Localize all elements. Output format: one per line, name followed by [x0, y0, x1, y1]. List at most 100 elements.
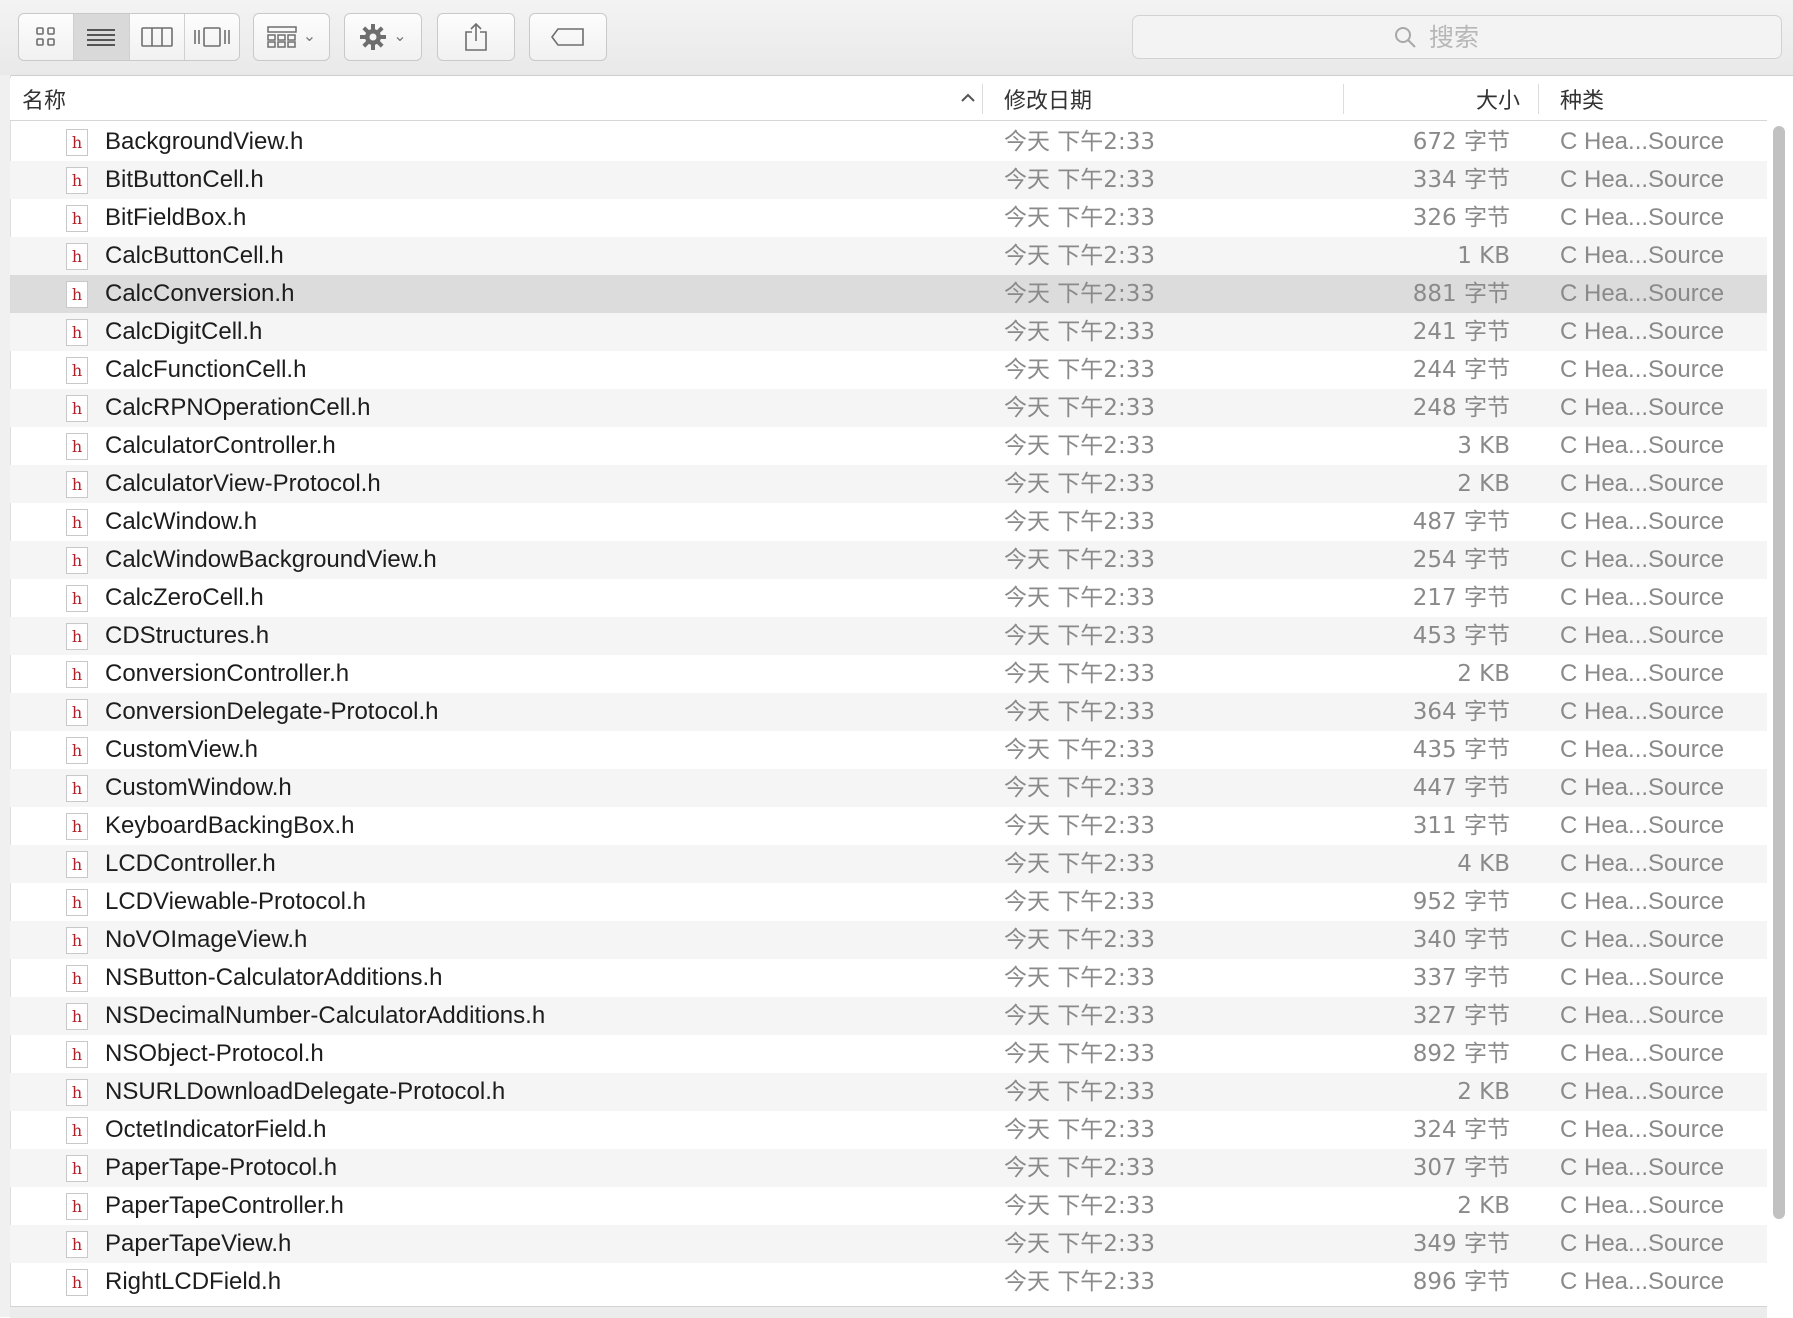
table-row[interactable]: h NSButton-CalculatorAdditions.h 今天 下午2:33… [10, 959, 1767, 997]
table-row[interactable]: h KeyboardBackingBox.h 今天 下午2:33 311 字节 C He… [10, 807, 1767, 845]
file-modified-date: 今天 下午2:33 [1004, 243, 1155, 269]
file-kind: C Hea...Source [1560, 470, 1725, 497]
table-row[interactable]: h PaperTape-Protocol.h 今天 下午2:33 307 字节 C He… [10, 1149, 1767, 1187]
column-divider[interactable] [982, 84, 983, 114]
column-header-kind[interactable]: 种类 [1560, 78, 1760, 120]
table-row[interactable]: h NoVOImageView.h 今天 下午2:33 340 字节 C Hea...S… [10, 921, 1767, 959]
header-file-icon: h [66, 281, 88, 308]
file-name: PaperTapeController.h [105, 1192, 344, 1219]
share-icon [465, 22, 487, 51]
action-button[interactable]: ⌄ [344, 13, 422, 61]
file-name: BitFieldBox.h [105, 204, 247, 231]
tag-icon [551, 28, 584, 46]
table-row[interactable]: h NSObject-Protocol.h 今天 下午2:33 892 字节 C Hea… [10, 1035, 1767, 1073]
table-row[interactable]: h CalcWindowBackgroundView.h 今天 下午2:33 254 … [10, 541, 1767, 579]
column-header-size[interactable]: 大小 [1344, 78, 1520, 120]
file-size: 337 字节 [1412, 965, 1510, 991]
arrange-button[interactable]: ⌄ [253, 13, 330, 61]
column-view-button[interactable] [130, 14, 185, 60]
column-header-size-label: 大小 [1475, 89, 1520, 114]
header-file-icon: h [66, 1117, 88, 1144]
table-row[interactable]: h RightLCDField.h 今天 下午2:33 896 字节 C Hea...S… [10, 1263, 1767, 1301]
file-size: 248 字节 [1412, 395, 1510, 421]
table-row[interactable]: h CalcButtonCell.h 今天 下午2:33 1 KB C Hea...So… [10, 237, 1767, 275]
table-row[interactable]: h PaperTapeView.h 今天 下午2:33 349 字节 C Hea...S… [10, 1225, 1767, 1263]
table-row[interactable]: h CDStructures.h 今天 下午2:33 453 字节 C Hea...So… [10, 617, 1767, 655]
file-kind: C Hea...Source [1560, 1078, 1725, 1105]
table-row[interactable]: h CalcRPNOperationCell.h 今天 下午2:33 248 字节 C … [10, 389, 1767, 427]
file-name: CalcButtonCell.h [105, 242, 284, 269]
list-view-button[interactable] [74, 14, 130, 60]
file-modified-date: 今天 下午2:33 [1004, 699, 1155, 725]
column-header-name-label: 名称 [22, 89, 67, 114]
vertical-scrollbar[interactable] [1773, 126, 1785, 1219]
file-modified-date: 今天 下午2:33 [1004, 1231, 1155, 1257]
file-kind: C Hea...Source [1560, 926, 1725, 953]
header-file-icon: h [66, 851, 88, 878]
icon-view-button[interactable] [19, 14, 75, 60]
table-row[interactable]: h CalcZeroCell.h 今天 下午2:33 217 字节 C Hea...So… [10, 579, 1767, 617]
file-name: ConversionDelegate-Protocol.h [105, 698, 439, 725]
file-modified-date: 今天 下午2:33 [1004, 509, 1155, 535]
table-row[interactable]: h BackgroundView.h 今天 下午2:33 672 字节 C Hea...… [10, 123, 1767, 161]
file-name: CalcDigitCell.h [105, 318, 263, 345]
table-row[interactable]: h NSDecimalNumber-CalculatorAdditions.h 今天… [10, 997, 1767, 1035]
file-name: LCDViewable-Protocol.h [105, 888, 367, 915]
table-row[interactable]: h CalcWindow.h 今天 下午2:33 487 字节 C Hea...Sour… [10, 503, 1767, 541]
column-header-date[interactable]: 修改日期 [1004, 78, 1334, 120]
header-file-icon: h [66, 813, 88, 840]
table-row[interactable]: h NSURLDownloadDelegate-Protocol.h 今天 下午2:… [10, 1073, 1767, 1111]
file-kind: C Hea...Source [1560, 356, 1725, 383]
header-file-icon: h [66, 433, 88, 460]
tag-button[interactable] [529, 13, 607, 61]
file-kind: C Hea...Source [1560, 774, 1725, 801]
table-row[interactable]: h OctetIndicatorField.h 今天 下午2:33 324 字节 C H… [10, 1111, 1767, 1149]
list-bottom-edge [10, 1306, 1767, 1318]
cover-flow-button[interactable] [185, 14, 239, 60]
table-row[interactable]: h LCDController.h 今天 下午2:33 4 KB C Hea...Sou… [10, 845, 1767, 883]
file-size: 349 字节 [1412, 1231, 1510, 1257]
file-kind: C Hea...Source [1560, 432, 1725, 459]
header-file-icon: h [66, 1155, 88, 1182]
search-input[interactable] [1427, 21, 1521, 53]
share-button[interactable] [437, 13, 515, 61]
table-row[interactable]: h ConversionDelegate-Protocol.h 今天 下午2:33 3… [10, 693, 1767, 731]
column-divider[interactable] [1538, 84, 1539, 114]
header-file-icon: h [66, 243, 88, 270]
arrange-grid-icon [267, 26, 297, 48]
file-size: 340 字节 [1412, 927, 1510, 953]
table-row[interactable]: h CalcFunctionCell.h 今天 下午2:33 244 字节 C Hea.… [10, 351, 1767, 389]
search-field[interactable] [1132, 15, 1782, 59]
file-kind: C Hea...Source [1560, 622, 1725, 649]
file-size: 2 KB [1457, 661, 1510, 687]
table-row[interactable]: h CalculatorController.h 今天 下午2:33 3 KB C He… [10, 427, 1767, 465]
table-row[interactable]: h CalcDigitCell.h 今天 下午2:33 241 字节 C Hea...S… [10, 313, 1767, 351]
file-kind: C Hea...Source [1560, 242, 1725, 269]
table-row[interactable]: h ConversionController.h 今天 下午2:33 2 KB C He… [10, 655, 1767, 693]
file-modified-date: 今天 下午2:33 [1004, 813, 1155, 839]
table-row[interactable]: h LCDViewable-Protocol.h 今天 下午2:33 952 字节 C … [10, 883, 1767, 921]
file-name: NSDecimalNumber-CalculatorAdditions.h [105, 1002, 546, 1029]
file-kind: C Hea...Source [1560, 1116, 1725, 1143]
table-row[interactable]: h CalculatorView-Protocol.h 今天 下午2:33 2 KB C… [10, 465, 1767, 503]
file-size: 2 KB [1457, 1193, 1510, 1219]
chevron-down-icon: ⌄ [302, 28, 317, 45]
table-row[interactable]: h BitButtonCell.h 今天 下午2:33 334 字节 C Hea...S… [10, 161, 1767, 199]
column-header-name[interactable]: 名称 [22, 78, 982, 120]
file-name: CalcWindowBackgroundView.h [105, 546, 437, 573]
table-row[interactable]: h CalcConversion.h 今天 下午2:33 881 字节 C Hea...… [10, 275, 1767, 313]
header-file-icon: h [66, 775, 88, 802]
table-row[interactable]: h CustomWindow.h 今天 下午2:33 447 字节 C Hea...So… [10, 769, 1767, 807]
file-modified-date: 今天 下午2:33 [1004, 889, 1155, 915]
icon-view-icon [36, 27, 55, 46]
file-modified-date: 今天 下午2:33 [1004, 167, 1155, 193]
column-view-icon [140, 27, 173, 47]
gear-icon [360, 24, 387, 50]
table-row[interactable]: h PaperTapeController.h 今天 下午2:33 2 KB C Hea… [10, 1187, 1767, 1225]
file-kind: C Hea...Source [1560, 1268, 1725, 1295]
file-name: OctetIndicatorField.h [105, 1116, 327, 1143]
header-file-icon: h [66, 927, 88, 954]
table-row[interactable]: h BitFieldBox.h 今天 下午2:33 326 字节 C Hea...Sou… [10, 199, 1767, 237]
table-row[interactable]: h CustomView.h 今天 下午2:33 435 字节 C Hea...Sour… [10, 731, 1767, 769]
file-modified-date: 今天 下午2:33 [1004, 775, 1155, 801]
